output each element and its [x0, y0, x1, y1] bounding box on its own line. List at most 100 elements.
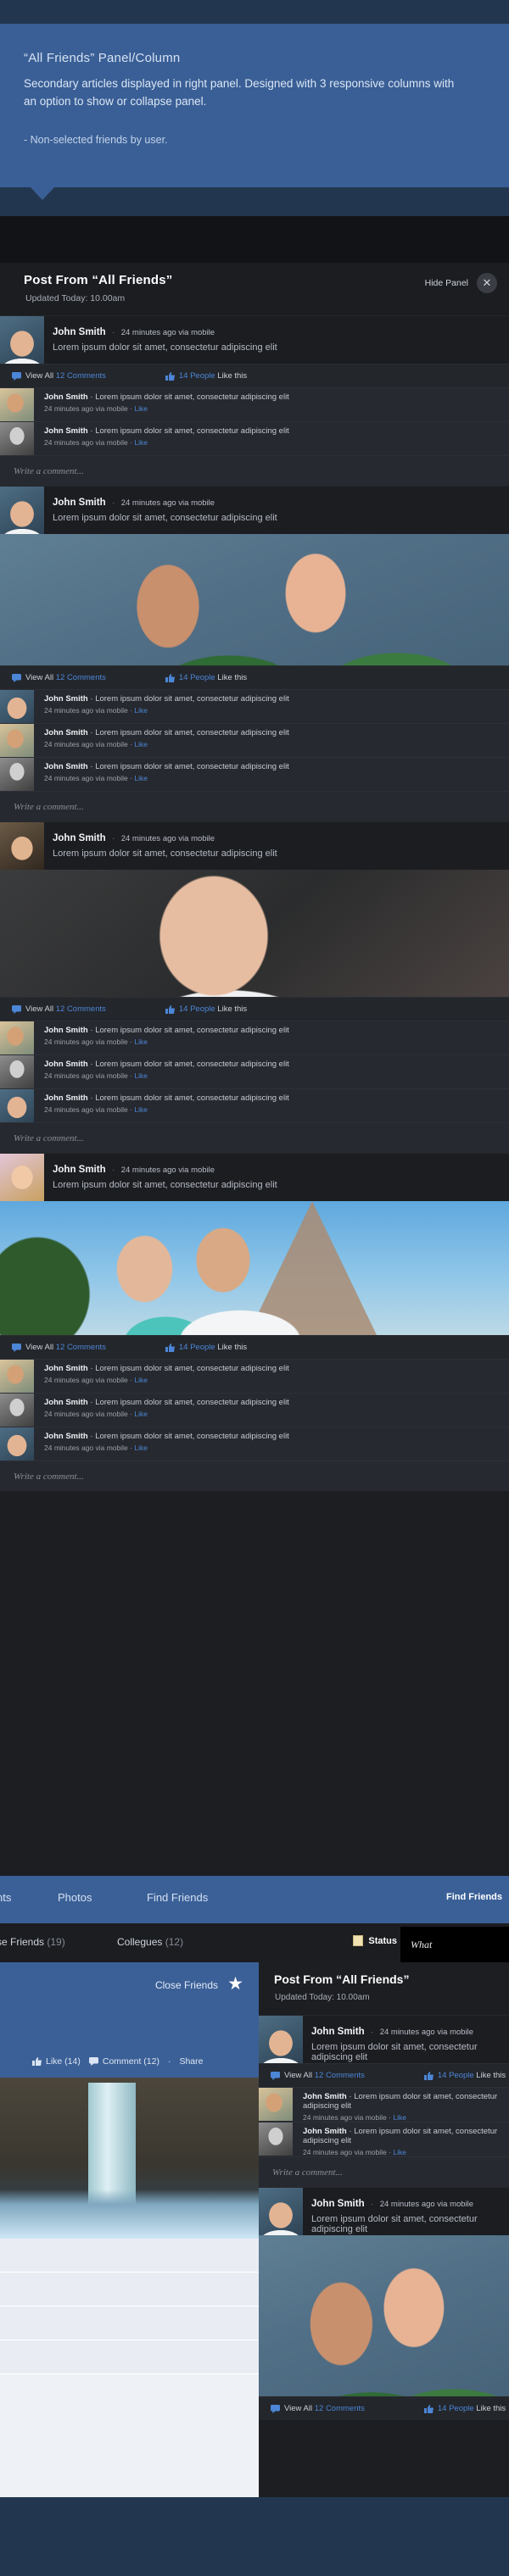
view-comments-button[interactable]: View All 12 Comments: [12, 371, 106, 381]
avatar[interactable]: [0, 758, 34, 791]
comment-author[interactable]: John Smith: [303, 2092, 347, 2101]
comment-input[interactable]: Write a comment...: [0, 1460, 509, 1491]
hide-panel-button[interactable]: Hide Panel: [425, 278, 468, 288]
avatar[interactable]: [0, 388, 34, 421]
story-author[interactable]: John Smith: [53, 498, 106, 508]
likes-count[interactable]: 14 People: [438, 2071, 474, 2080]
likes-info[interactable]: 14 People Like this: [165, 673, 247, 682]
likes-count[interactable]: 14 People: [438, 2404, 474, 2413]
comments-count[interactable]: 12 Comments: [56, 1004, 106, 1014]
comment-like-button[interactable]: Like: [134, 438, 148, 447]
comment-input[interactable]: Write a comment...: [0, 791, 509, 821]
comments-count[interactable]: 12 Comments: [56, 1343, 106, 1352]
comment-author[interactable]: John Smith: [44, 426, 88, 436]
status-tab[interactable]: Status: [353, 1935, 397, 1946]
comment-input[interactable]: Write a comment...: [259, 2156, 509, 2187]
avatar[interactable]: [259, 2016, 303, 2063]
comment-author[interactable]: John Smith: [44, 1398, 88, 1407]
comment-author[interactable]: John Smith: [44, 762, 88, 771]
likes-info[interactable]: 14 People Like this: [165, 1343, 247, 1352]
comment-like-button[interactable]: Like: [134, 1105, 148, 1114]
comment-like-button[interactable]: Like: [134, 740, 148, 748]
story-photo[interactable]: [0, 534, 509, 665]
avatar[interactable]: [0, 1055, 34, 1088]
story-photo[interactable]: [259, 2235, 509, 2396]
comments-count[interactable]: 12 Comments: [56, 673, 106, 682]
filter-close-friends[interactable]: se Friends (19): [0, 1936, 65, 1948]
comment-author[interactable]: John Smith: [44, 728, 88, 737]
avatar[interactable]: [259, 2123, 293, 2156]
avatar[interactable]: [259, 2088, 293, 2121]
avatar[interactable]: [0, 1154, 44, 1201]
story-photo[interactable]: [0, 1201, 509, 1335]
comment-author[interactable]: John Smith: [44, 1026, 88, 1035]
comment-like-button[interactable]: Like: [393, 2148, 406, 2156]
story-photo[interactable]: [0, 870, 509, 997]
comments-count[interactable]: 12 Comments: [315, 2404, 365, 2413]
avatar[interactable]: [0, 1360, 34, 1393]
likes-info[interactable]: 14 People Like this: [423, 2404, 506, 2413]
nav-item-events[interactable]: nts: [0, 1891, 11, 1904]
comment-author[interactable]: John Smith: [44, 694, 88, 704]
likes-info[interactable]: 14 People Like this: [165, 1004, 247, 1014]
nav-item-photos[interactable]: Photos: [58, 1891, 92, 1904]
comments-count[interactable]: 12 Comments: [315, 2071, 365, 2080]
annotation-bottom-strip: [0, 187, 509, 216]
avatar[interactable]: [0, 316, 44, 364]
share-button[interactable]: Share: [179, 2056, 203, 2067]
comment-author[interactable]: John Smith: [44, 1364, 88, 1373]
view-comments-button[interactable]: View All 12 Comments: [12, 1004, 106, 1014]
comments-count[interactable]: 12 Comments: [56, 371, 106, 381]
comment-like-button[interactable]: Like: [134, 1410, 148, 1418]
close-icon[interactable]: ✕: [477, 273, 497, 293]
comment-like-button[interactable]: Like: [134, 1444, 148, 1452]
comment-like-button[interactable]: Like: [134, 1376, 148, 1384]
comment-author[interactable]: John Smith: [303, 2127, 347, 2136]
story-author[interactable]: John Smith: [311, 2027, 365, 2037]
avatar[interactable]: [0, 1427, 34, 1460]
comment-button[interactable]: Comment (12): [88, 2056, 159, 2067]
likes-count[interactable]: 14 People: [179, 673, 215, 682]
story-author[interactable]: John Smith: [53, 327, 106, 337]
comment-author[interactable]: John Smith: [44, 1093, 88, 1103]
view-comments-button[interactable]: View All 12 Comments: [12, 1343, 106, 1352]
comment-author[interactable]: John Smith: [44, 392, 88, 402]
likes-count[interactable]: 14 People: [179, 1343, 215, 1352]
avatar[interactable]: [0, 724, 34, 757]
comment-like-button[interactable]: Like: [134, 1038, 148, 1046]
nav-item-find-friends[interactable]: Find Friends: [147, 1891, 208, 1904]
likes-count[interactable]: 14 People: [179, 1004, 215, 1014]
status-input[interactable]: What: [400, 1927, 509, 1962]
filter-collegues[interactable]: Collegues (12): [117, 1936, 183, 1948]
view-comments-button[interactable]: View All 12 Comments: [12, 673, 106, 682]
avatar[interactable]: [0, 487, 44, 534]
avatar[interactable]: [0, 1394, 34, 1427]
comment-like-button[interactable]: Like: [134, 404, 148, 413]
likes-info[interactable]: 14 People Like this: [423, 2071, 506, 2080]
story-author[interactable]: John Smith: [311, 2199, 365, 2209]
view-comments-button[interactable]: View All 12 Comments: [271, 2071, 365, 2080]
likes-count[interactable]: 14 People: [179, 371, 215, 381]
avatar[interactable]: [0, 1089, 34, 1122]
avatar[interactable]: [259, 2188, 303, 2235]
comment-like-button[interactable]: Like: [393, 2113, 406, 2122]
like-button[interactable]: Like (14): [32, 2056, 81, 2067]
comment-input[interactable]: Write a comment...: [0, 1122, 509, 1153]
avatar[interactable]: [0, 422, 34, 455]
story-author[interactable]: John Smith: [53, 1165, 106, 1175]
story-author[interactable]: John Smith: [53, 833, 106, 843]
view-comments-button[interactable]: View All 12 Comments: [271, 2404, 365, 2413]
comment-input[interactable]: Write a comment...: [0, 455, 509, 486]
card-photo[interactable]: [0, 2078, 259, 2239]
likes-info[interactable]: 14 People Like this: [165, 371, 247, 381]
comment-author[interactable]: John Smith: [44, 1432, 88, 1441]
comment-separator: ·: [349, 2092, 352, 2101]
comment-like-button[interactable]: Like: [134, 706, 148, 715]
comment-like-button[interactable]: Like: [134, 1071, 148, 1080]
comment-author[interactable]: John Smith: [44, 1060, 88, 1069]
comment-like-button[interactable]: Like: [134, 774, 148, 782]
avatar[interactable]: [0, 822, 44, 870]
avatar[interactable]: [0, 1021, 34, 1054]
nav-find-friends-button[interactable]: Find Friends: [446, 1892, 502, 1902]
avatar[interactable]: [0, 690, 34, 723]
